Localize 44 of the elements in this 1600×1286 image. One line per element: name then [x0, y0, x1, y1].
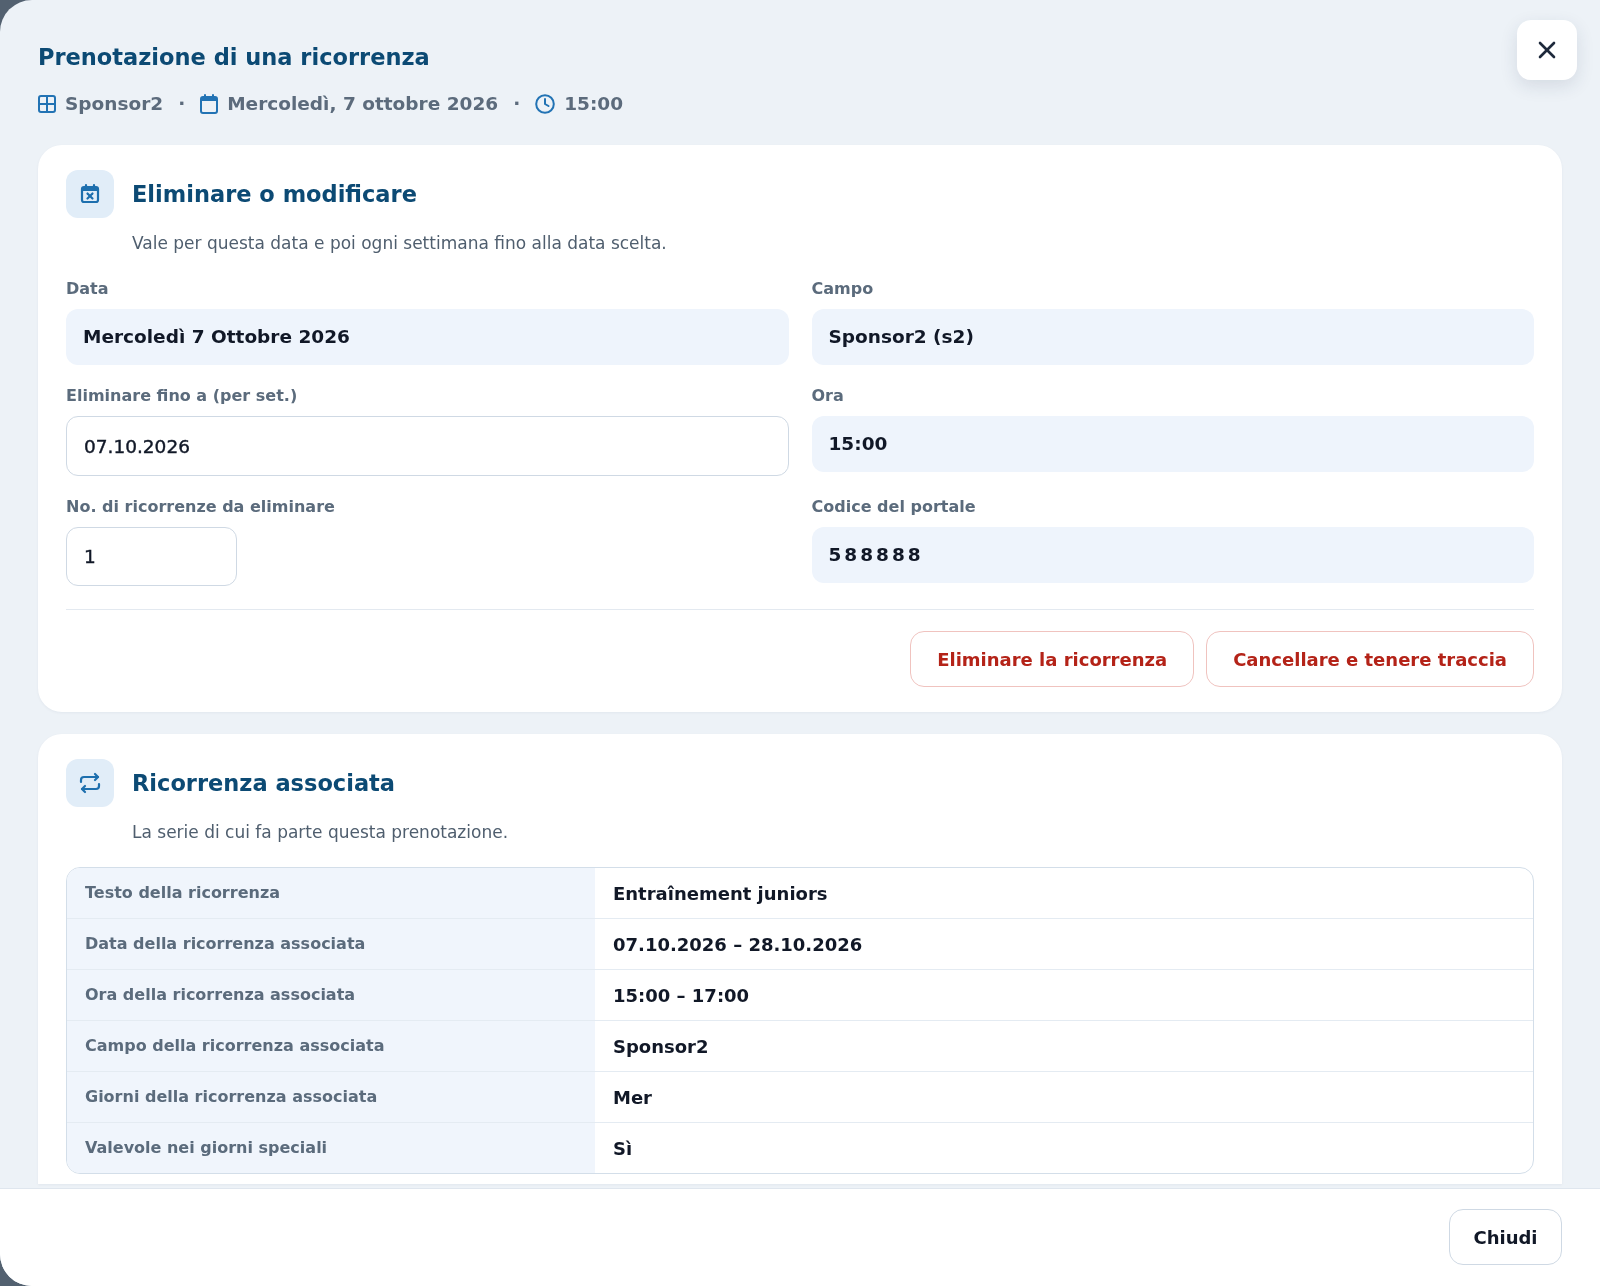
- read-only-field: Mercoledì 7 Ottobre 2026: [66, 309, 789, 365]
- section-description: La serie di cui fa parte questa prenotazione.: [132, 821, 510, 843]
- value-cell: Sponsor2: [595, 1021, 1533, 1072]
- calendar-x-icon: [66, 170, 114, 218]
- value-cell: Entraînement juniors: [595, 868, 1533, 919]
- label-cell: Testo della ricorrenza: [67, 868, 595, 919]
- number-input[interactable]: 1: [66, 527, 237, 586]
- field-label: Campo: [811, 279, 874, 299]
- value-cell: 07.10.2026 – 28.10.2026: [595, 919, 1533, 970]
- read-only-field: 588888: [811, 527, 1534, 583]
- section-title: Eliminare o modificare: [132, 180, 417, 209]
- section-description: Vale per questa data e poi ogni settimana fino alla data scelta.: [132, 232, 668, 254]
- close-button[interactable]: [1517, 20, 1577, 80]
- label-cell: Giorni della ricorrenza associata: [67, 1072, 595, 1123]
- section-title: Ricorrenza associata: [132, 769, 395, 798]
- action-button[interactable]: Cancellare e tenere traccia: [1206, 631, 1534, 687]
- booking-time: 15:00: [564, 92, 624, 116]
- date-input[interactable]: 07.10.2026: [66, 416, 789, 476]
- value-cell: 15:00 – 17:00: [595, 970, 1533, 1021]
- label-cell: Ora della ricorrenza associata: [67, 970, 595, 1021]
- action-button[interactable]: Eliminare la ricorrenza: [910, 631, 1195, 687]
- field-label: Data: [66, 279, 109, 299]
- value-cell-text: Sì: [612, 1136, 634, 1161]
- repeat-icon: [66, 759, 114, 807]
- dialog-title: Prenotazione di una ricorrenza: [38, 43, 430, 72]
- value-cell: Mer: [595, 1072, 1533, 1123]
- read-only-field: Sponsor2 (s2): [811, 309, 1534, 365]
- field-label: Eliminare fino a (per set.): [66, 386, 298, 406]
- calendar-icon: [200, 94, 219, 114]
- field-label: Codice del portale: [811, 497, 976, 517]
- clock-icon: [535, 94, 556, 114]
- label-cell: Data della ricorrenza associata: [67, 919, 595, 970]
- booking-date: Mercoledì, 7 ottobre 2026: [227, 92, 499, 116]
- separator: ·: [513, 92, 521, 116]
- court-name: Sponsor2: [65, 92, 164, 116]
- field-label: Ora: [811, 386, 844, 406]
- field-label: No. di ricorrenze da eliminare: [66, 497, 335, 517]
- label-cell: Campo della ricorrenza associata: [67, 1021, 595, 1072]
- close-icon: [1538, 41, 1556, 59]
- grid-icon: [38, 95, 56, 113]
- label-cell: Valevole nei giorni speciali: [67, 1123, 595, 1173]
- close-dialog-button[interactable]: Chiudi: [1449, 1209, 1562, 1265]
- read-only-field: 15:00: [811, 416, 1534, 472]
- separator: ·: [178, 92, 186, 116]
